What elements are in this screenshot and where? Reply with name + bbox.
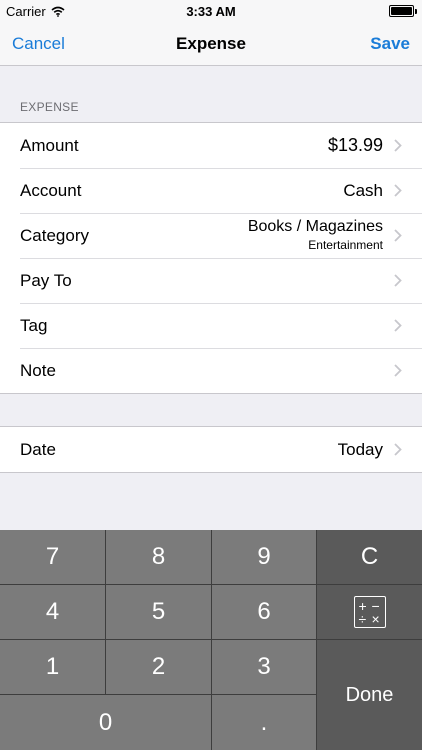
amount-row[interactable]: Amount $13.99 (0, 123, 422, 168)
key-9[interactable]: 9 (212, 530, 316, 584)
category-label: Category (20, 226, 89, 245)
tag-label: Tag (20, 316, 48, 335)
chevron-right-icon (394, 443, 402, 456)
tag-row[interactable]: Tag (0, 303, 422, 348)
category-value-main: Books / Magazines (247, 218, 383, 235)
section-header: EXPENSE (20, 100, 79, 114)
chevron-right-icon (394, 319, 402, 332)
date-row[interactable]: Date Today (0, 427, 422, 472)
amount-value: $13.99 (327, 135, 383, 155)
key-decimal[interactable]: . (212, 695, 316, 750)
chevron-right-icon (394, 139, 402, 152)
category-value: Books / Magazines Entertainment (248, 218, 383, 252)
expense-fields-group: Amount $13.99 Account Cash Category Book… (0, 122, 422, 394)
category-value-sub: Entertainment (308, 238, 383, 252)
key-8[interactable]: 8 (106, 530, 211, 584)
key-7[interactable]: 7 (0, 530, 105, 584)
key-3[interactable]: 3 (212, 640, 316, 694)
date-group: Date Today (0, 426, 422, 473)
calculator-button[interactable]: + − ÷ × (317, 585, 422, 639)
payto-label: Pay To (20, 271, 72, 290)
save-button[interactable]: Save (370, 34, 410, 54)
payto-row[interactable]: Pay To (0, 258, 422, 303)
chevron-right-icon (394, 274, 402, 287)
chevron-right-icon (394, 364, 402, 377)
note-row[interactable]: Note (0, 348, 422, 393)
date-value: Today (337, 440, 383, 459)
key-2[interactable]: 2 (106, 640, 211, 694)
calculator-operators-icon: + − ÷ × (353, 596, 386, 628)
chevron-right-icon (394, 229, 402, 242)
amount-label: Amount (20, 136, 79, 155)
key-5[interactable]: 5 (106, 585, 211, 639)
cancel-button[interactable]: Cancel (12, 34, 65, 54)
chevron-right-icon (394, 184, 402, 197)
status-bar: Carrier 3:33 AM (0, 0, 422, 22)
date-label: Date (20, 440, 56, 459)
done-button[interactable]: Done (317, 640, 422, 750)
navigation-bar: Cancel Expense Save (0, 22, 422, 66)
key-0[interactable]: 0 (0, 695, 211, 750)
note-label: Note (20, 361, 56, 380)
numeric-keypad: 7 8 9 C 4 5 6 + − ÷ × 1 2 3 Done 0 . (0, 530, 422, 750)
key-1[interactable]: 1 (0, 640, 105, 694)
clear-button[interactable]: C (317, 530, 422, 584)
account-row[interactable]: Account Cash (0, 168, 422, 213)
category-row[interactable]: Category Books / Magazines Entertainment (0, 213, 422, 258)
key-4[interactable]: 4 (0, 585, 105, 639)
account-label: Account (20, 181, 82, 200)
battery-icon (389, 5, 417, 17)
account-value: Cash (343, 181, 383, 200)
key-6[interactable]: 6 (212, 585, 316, 639)
status-time: 3:33 AM (186, 4, 236, 19)
